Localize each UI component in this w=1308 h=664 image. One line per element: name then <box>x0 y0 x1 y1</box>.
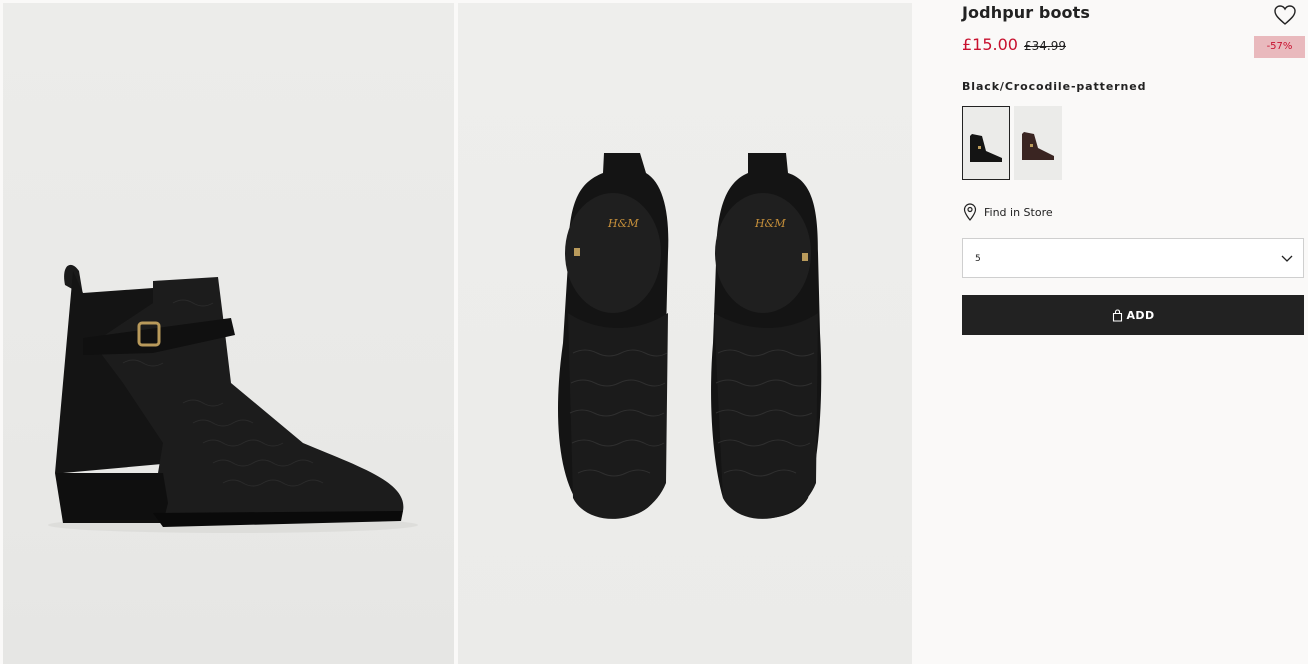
heart-icon <box>1274 5 1296 25</box>
brand-logo-left: H&M <box>607 217 639 230</box>
swatch-brown-thumbnail <box>1022 132 1054 160</box>
favorite-button[interactable] <box>1273 4 1297 26</box>
find-in-store-link[interactable]: Find in Store <box>962 203 1053 221</box>
product-image-top[interactable]: H&M H&M <box>458 3 912 664</box>
price-row: £15.00 £34.99 <box>962 35 1066 59</box>
product-page: H&M H&M Jodhpur boots £15.00 £34.99 -57%… <box>0 0 1308 664</box>
add-to-bag-button[interactable]: ADD <box>962 295 1304 335</box>
location-pin-icon <box>963 203 977 221</box>
shopping-bag-icon <box>1112 308 1122 322</box>
swatch-black-crocodile[interactable] <box>962 106 1010 180</box>
add-button-label: ADD <box>1126 308 1155 322</box>
size-select[interactable]: 5 <box>962 238 1304 278</box>
product-gallery: H&M H&M <box>0 0 912 664</box>
boot-top-illustration: H&M H&M <box>558 153 822 519</box>
original-price: £34.99 <box>1023 39 1066 53</box>
discount-badge: -57% <box>1254 36 1305 58</box>
product-title: Jodhpur boots <box>962 3 1091 22</box>
brand-logo-right: H&M <box>754 217 786 230</box>
selected-color-label: Black/Crocodile-patterned <box>962 80 1147 93</box>
product-details-panel: Jodhpur boots £15.00 £34.99 -57% Black/C… <box>912 0 1308 664</box>
chevron-down-icon <box>1281 255 1293 262</box>
size-select-value: 5 <box>975 254 981 264</box>
product-image-side[interactable] <box>3 3 454 664</box>
swatch-black-thumbnail <box>970 134 1002 162</box>
color-swatches <box>962 106 1062 180</box>
swatch-brown[interactable] <box>1014 106 1062 180</box>
find-in-store-label: Find in Store <box>984 205 1053 219</box>
sale-price: £15.00 <box>962 35 1018 54</box>
boot-side-illustration <box>48 264 418 533</box>
